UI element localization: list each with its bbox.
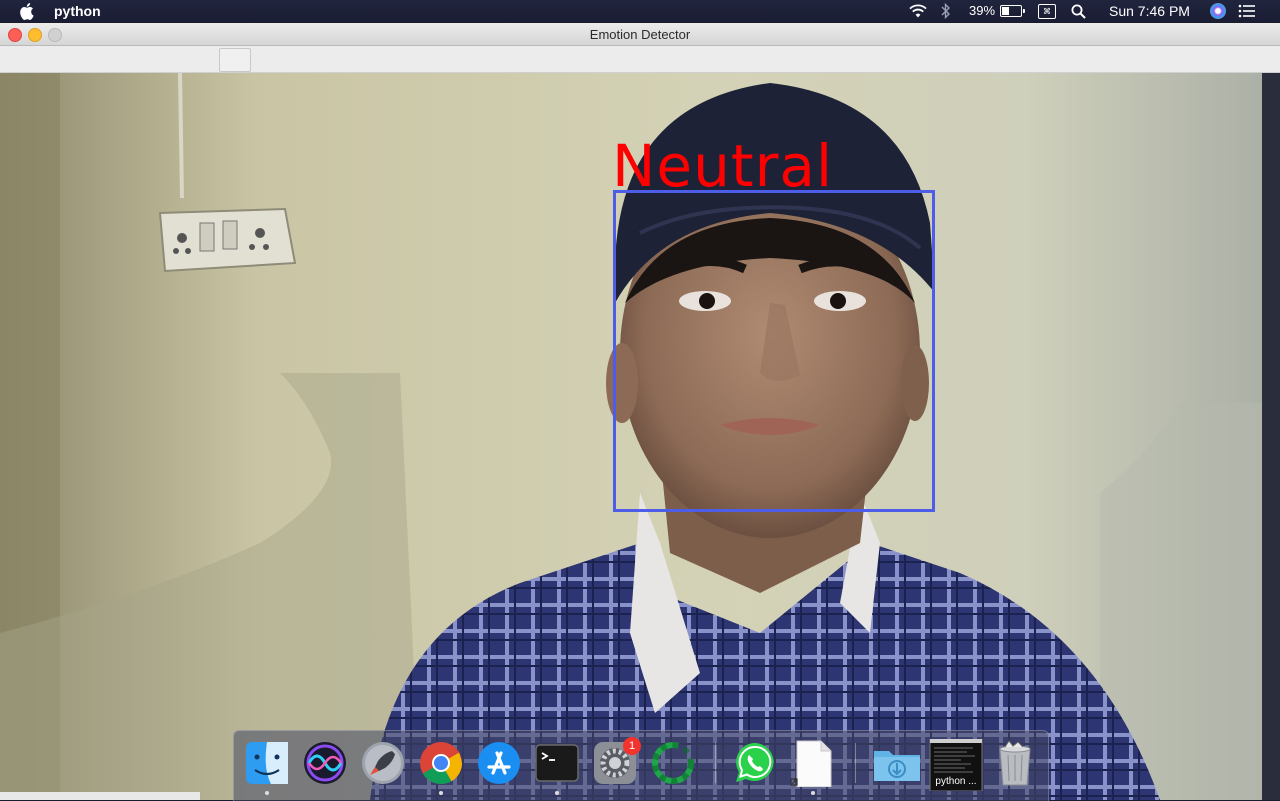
- dock-item-launchpad[interactable]: [359, 739, 407, 789]
- window-toolbar: [0, 46, 1280, 73]
- wifi-icon[interactable]: [908, 3, 928, 19]
- document-icon: [790, 740, 832, 788]
- finder-icon: [246, 742, 288, 784]
- chrome-icon: [420, 742, 462, 785]
- switchboard: [158, 207, 297, 273]
- active-app-name[interactable]: python: [54, 3, 101, 19]
- rocket-icon: [362, 742, 404, 784]
- dock: 1 python ...: [233, 730, 1049, 801]
- window-title-bar[interactable]: Emotion Detector: [0, 23, 1280, 46]
- window-thumbnail-label: python ...: [935, 776, 977, 787]
- siri-icon[interactable]: [1210, 3, 1226, 19]
- dock-item-terminal[interactable]: [533, 739, 581, 795]
- trash-icon: [999, 740, 1031, 786]
- dock-item-downloads[interactable]: [871, 739, 920, 789]
- dock-item-chrome[interactable]: [417, 739, 465, 795]
- camera-frame: Neutral: [0, 73, 1280, 800]
- menu-bar: python 39% ⌘ Sun 7:46 PM: [0, 0, 1280, 22]
- dock-item-document[interactable]: [789, 739, 837, 795]
- running-indicator: [439, 791, 443, 795]
- dock-separator: [855, 743, 856, 783]
- downloads-folder-icon: [874, 751, 920, 781]
- dock-item-python-window[interactable]: python ...: [929, 738, 983, 792]
- whatsapp-icon: [736, 743, 774, 782]
- running-indicator: [555, 791, 559, 795]
- spotlight-icon[interactable]: [1071, 4, 1086, 19]
- apple-icon[interactable]: [20, 2, 36, 20]
- dock-item-loading-app[interactable]: [649, 739, 697, 789]
- battery-icon[interactable]: [1000, 5, 1025, 17]
- dock-item-trash[interactable]: [991, 739, 1039, 789]
- bluetooth-icon[interactable]: [940, 3, 952, 19]
- dock-item-siri[interactable]: [301, 739, 349, 789]
- dock-item-app-store[interactable]: [475, 739, 523, 789]
- running-indicator: [811, 791, 815, 795]
- menubar-clock[interactable]: Sun 7:46 PM: [1109, 3, 1190, 19]
- emotion-label: Neutral: [612, 132, 834, 200]
- status-strip: [0, 792, 200, 800]
- notification-badge: 1: [623, 737, 641, 755]
- app-store-icon: [478, 742, 520, 784]
- window-title: Emotion Detector: [589, 27, 691, 42]
- dock-item-finder[interactable]: [243, 739, 291, 795]
- battery-percent: 39%: [969, 3, 996, 18]
- dock-item-system-preferences[interactable]: 1: [591, 737, 641, 789]
- face-bounding-box: [613, 190, 935, 512]
- toolbar-button[interactable]: [219, 48, 251, 72]
- notification-list-icon[interactable]: [1238, 3, 1256, 19]
- keyboard-input-icon[interactable]: ⌘: [1038, 4, 1056, 19]
- ring-icon: [652, 742, 694, 784]
- running-indicator: [265, 791, 269, 795]
- dock-item-whatsapp[interactable]: [731, 739, 779, 789]
- terminal-icon: [535, 744, 579, 782]
- dock-separator: [715, 743, 716, 783]
- siri-icon: [304, 742, 346, 784]
